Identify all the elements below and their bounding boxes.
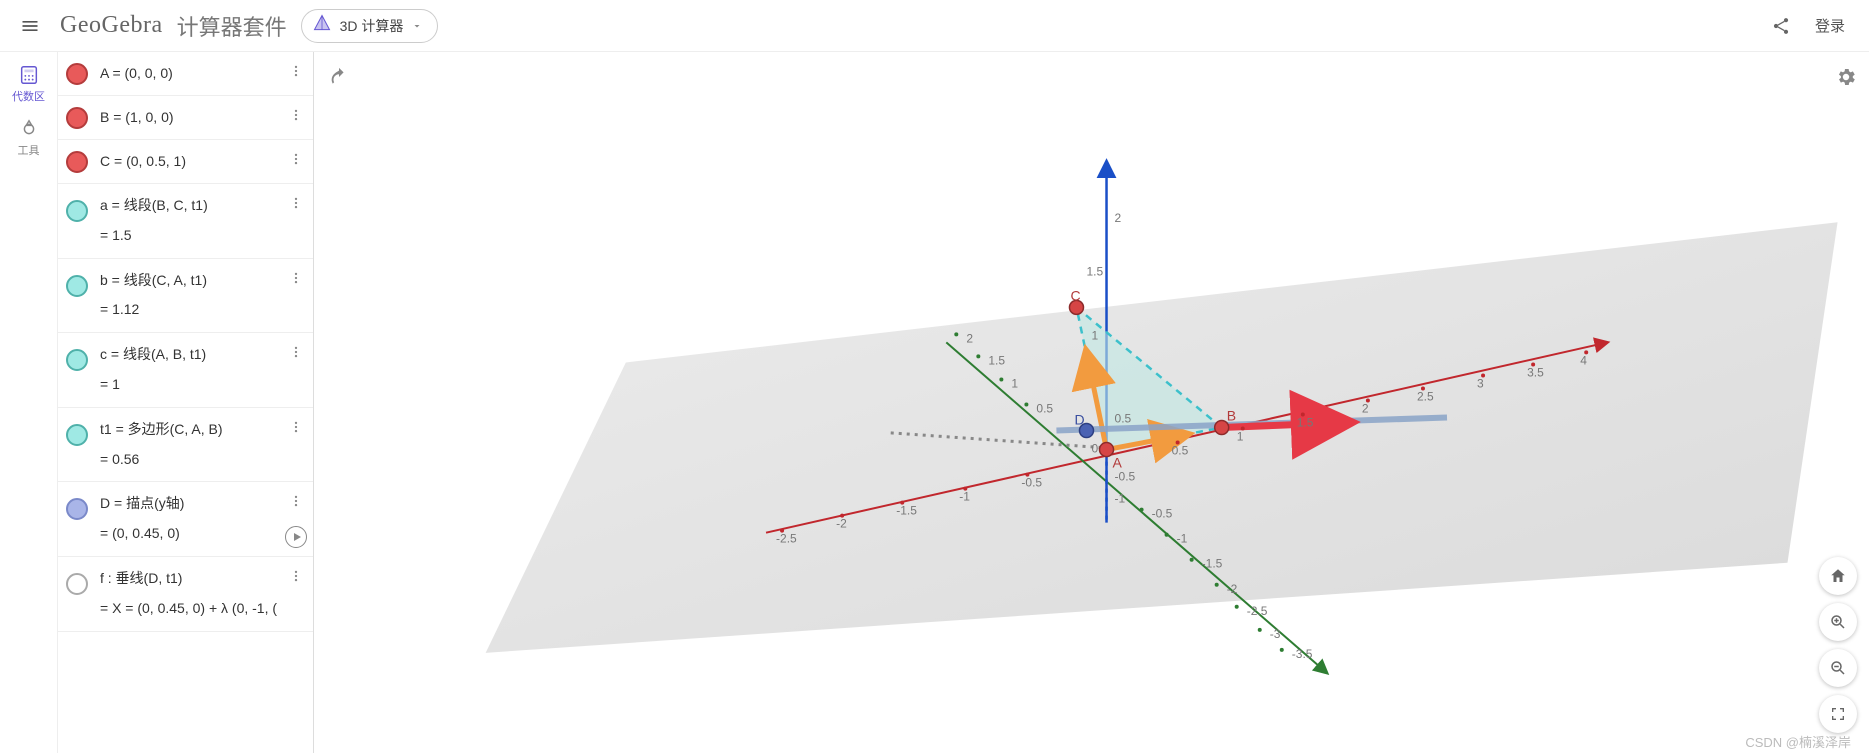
zoom-in-button[interactable] bbox=[1819, 603, 1857, 641]
visibility-toggle[interactable] bbox=[66, 424, 88, 446]
vector-f bbox=[1222, 423, 1347, 428]
algebra-row-a[interactable]: a = 线段(B, C, t1)= 1.5 bbox=[58, 184, 313, 259]
visibility-toggle[interactable] bbox=[66, 275, 88, 297]
visibility-toggle[interactable] bbox=[66, 107, 88, 129]
svg-text:2: 2 bbox=[966, 331, 973, 345]
svg-text:2.5: 2.5 bbox=[1417, 389, 1434, 403]
visibility-toggle[interactable] bbox=[66, 200, 88, 222]
suite-title: 计算器套件 bbox=[177, 10, 287, 42]
calculator-mode-label: 3D 计算器 bbox=[340, 16, 404, 36]
share-icon[interactable] bbox=[1761, 6, 1801, 46]
svg-text:-3: -3 bbox=[1270, 627, 1281, 641]
svg-text:-1.5: -1.5 bbox=[1202, 557, 1223, 571]
graphics-view-3d[interactable]: A B C D -2.5 -2 -1.5 -1 -0.5 0.5 1 1.5 2 2.5 3 3.5 4… bbox=[314, 52, 1869, 753]
svg-text:1.5: 1.5 bbox=[1086, 264, 1103, 278]
svg-text:2: 2 bbox=[1115, 211, 1122, 225]
algebra-row-f[interactable]: f : 垂线(D, t1)= X = (0, 0.45, 0) + λ (0, … bbox=[58, 557, 313, 632]
fullscreen-button[interactable] bbox=[1819, 695, 1857, 733]
label-D: D bbox=[1074, 412, 1084, 428]
algebra-expression[interactable]: A = (0, 0, 0) bbox=[100, 62, 309, 86]
svg-text:-0.5: -0.5 bbox=[1115, 470, 1136, 484]
svg-text:1: 1 bbox=[1092, 328, 1099, 342]
visibility-toggle[interactable] bbox=[66, 573, 88, 595]
login-link[interactable]: 登录 bbox=[1815, 15, 1845, 36]
svg-text:0.5: 0.5 bbox=[1115, 412, 1132, 426]
svg-text:-0.5: -0.5 bbox=[1152, 507, 1173, 521]
svg-text:3.5: 3.5 bbox=[1527, 365, 1544, 379]
visibility-toggle[interactable] bbox=[66, 63, 88, 85]
svg-text:0: 0 bbox=[1092, 442, 1099, 456]
svg-text:0.5: 0.5 bbox=[1036, 402, 1053, 416]
algebra-expression[interactable]: D = 描点(y轴)= (0, 0.45, 0) bbox=[100, 492, 309, 546]
tetrahedron-icon bbox=[312, 13, 332, 38]
svg-text:4: 4 bbox=[1580, 353, 1587, 367]
svg-text:-1: -1 bbox=[1115, 492, 1126, 506]
logo[interactable]: GeoGebra bbox=[60, 12, 163, 39]
zoom-out-button[interactable] bbox=[1819, 649, 1857, 687]
svg-text:-2: -2 bbox=[836, 517, 847, 531]
rail-algebra-label: 代数区 bbox=[12, 88, 45, 104]
row-menu-button[interactable] bbox=[285, 60, 307, 82]
view-controls bbox=[1819, 557, 1857, 733]
svg-text:-2: -2 bbox=[1227, 582, 1238, 596]
algebra-expression[interactable]: C = (0, 0.5, 1) bbox=[100, 150, 309, 174]
algebra-row-c[interactable]: c = 线段(A, B, t1)= 1 bbox=[58, 333, 313, 408]
row-menu-button[interactable] bbox=[285, 416, 307, 438]
label-B: B bbox=[1227, 408, 1236, 424]
visibility-toggle[interactable] bbox=[66, 498, 88, 520]
svg-text:0.5: 0.5 bbox=[1172, 444, 1189, 458]
main-area: 代数区 工具 A = (0, 0, 0) B = (1, 0, 0) C = (0,… bbox=[0, 52, 1869, 753]
left-rail: 代数区 工具 bbox=[0, 52, 58, 753]
scene-svg: A B C D -2.5 -2 -1.5 -1 -0.5 0.5 1 1.5 2 2.5 3 3.5 4… bbox=[314, 52, 1869, 753]
svg-text:-0.5: -0.5 bbox=[1021, 476, 1042, 490]
label-C: C bbox=[1070, 287, 1080, 303]
algebra-expression[interactable]: b = 线段(C, A, t1)= 1.12 bbox=[100, 269, 309, 323]
svg-text:-3.5: -3.5 bbox=[1292, 647, 1313, 661]
svg-text:-2.5: -2.5 bbox=[1247, 604, 1268, 618]
algebra-expression[interactable]: c = 线段(A, B, t1)= 1 bbox=[100, 343, 309, 397]
home-view-button[interactable] bbox=[1819, 557, 1857, 595]
row-menu-button[interactable] bbox=[285, 565, 307, 587]
algebra-row-B[interactable]: B = (1, 0, 0) bbox=[58, 96, 313, 140]
visibility-toggle[interactable] bbox=[66, 151, 88, 173]
algebra-expression[interactable]: t1 = 多边形(C, A, B)= 0.56 bbox=[100, 418, 309, 472]
point-A[interactable] bbox=[1100, 443, 1114, 457]
algebra-panel[interactable]: A = (0, 0, 0) B = (1, 0, 0) C = (0, 0.5, 1… bbox=[58, 52, 314, 753]
svg-text:3: 3 bbox=[1477, 376, 1484, 390]
algebra-row-A[interactable]: A = (0, 0, 0) bbox=[58, 52, 313, 96]
algebra-expression[interactable]: B = (1, 0, 0) bbox=[100, 106, 309, 130]
svg-text:1: 1 bbox=[1011, 376, 1018, 390]
row-menu-button[interactable] bbox=[285, 148, 307, 170]
svg-text:-1.5: -1.5 bbox=[896, 504, 917, 518]
play-button[interactable] bbox=[285, 526, 307, 548]
svg-text:1: 1 bbox=[1237, 430, 1244, 444]
svg-text:1.5: 1.5 bbox=[1297, 416, 1314, 430]
algebra-row-C[interactable]: C = (0, 0.5, 1) bbox=[58, 140, 313, 184]
rail-tools[interactable]: 工具 bbox=[18, 118, 40, 158]
chevron-down-icon bbox=[411, 20, 423, 32]
row-menu-button[interactable] bbox=[285, 267, 307, 289]
svg-text:2: 2 bbox=[1362, 402, 1369, 416]
algebra-row-t1[interactable]: t1 = 多边形(C, A, B)= 0.56 bbox=[58, 408, 313, 483]
svg-text:-1: -1 bbox=[959, 490, 970, 504]
hamburger-menu[interactable] bbox=[10, 6, 50, 46]
row-menu-button[interactable] bbox=[285, 192, 307, 214]
algebra-row-b[interactable]: b = 线段(C, A, t1)= 1.12 bbox=[58, 259, 313, 334]
algebra-expression[interactable]: a = 线段(B, C, t1)= 1.5 bbox=[100, 194, 309, 248]
rail-algebra[interactable]: 代数区 bbox=[12, 64, 45, 104]
row-menu-button[interactable] bbox=[285, 104, 307, 126]
algebra-row-D[interactable]: D = 描点(y轴)= (0, 0.45, 0) bbox=[58, 482, 313, 557]
calculator-mode-dropdown[interactable]: 3D 计算器 bbox=[301, 9, 439, 43]
top-bar: GeoGebra 计算器套件 3D 计算器 登录 bbox=[0, 0, 1869, 52]
svg-text:-1: -1 bbox=[1177, 532, 1188, 546]
algebra-expression[interactable]: f : 垂线(D, t1)= X = (0, 0.45, 0) + λ (0, … bbox=[100, 567, 309, 621]
label-A: A bbox=[1113, 455, 1123, 471]
svg-text:1.5: 1.5 bbox=[988, 353, 1005, 367]
visibility-toggle[interactable] bbox=[66, 349, 88, 371]
watermark: CSDN @楠溪泽岸 bbox=[1745, 732, 1851, 751]
rail-tools-label: 工具 bbox=[18, 142, 40, 158]
svg-text:-2.5: -2.5 bbox=[776, 532, 797, 546]
